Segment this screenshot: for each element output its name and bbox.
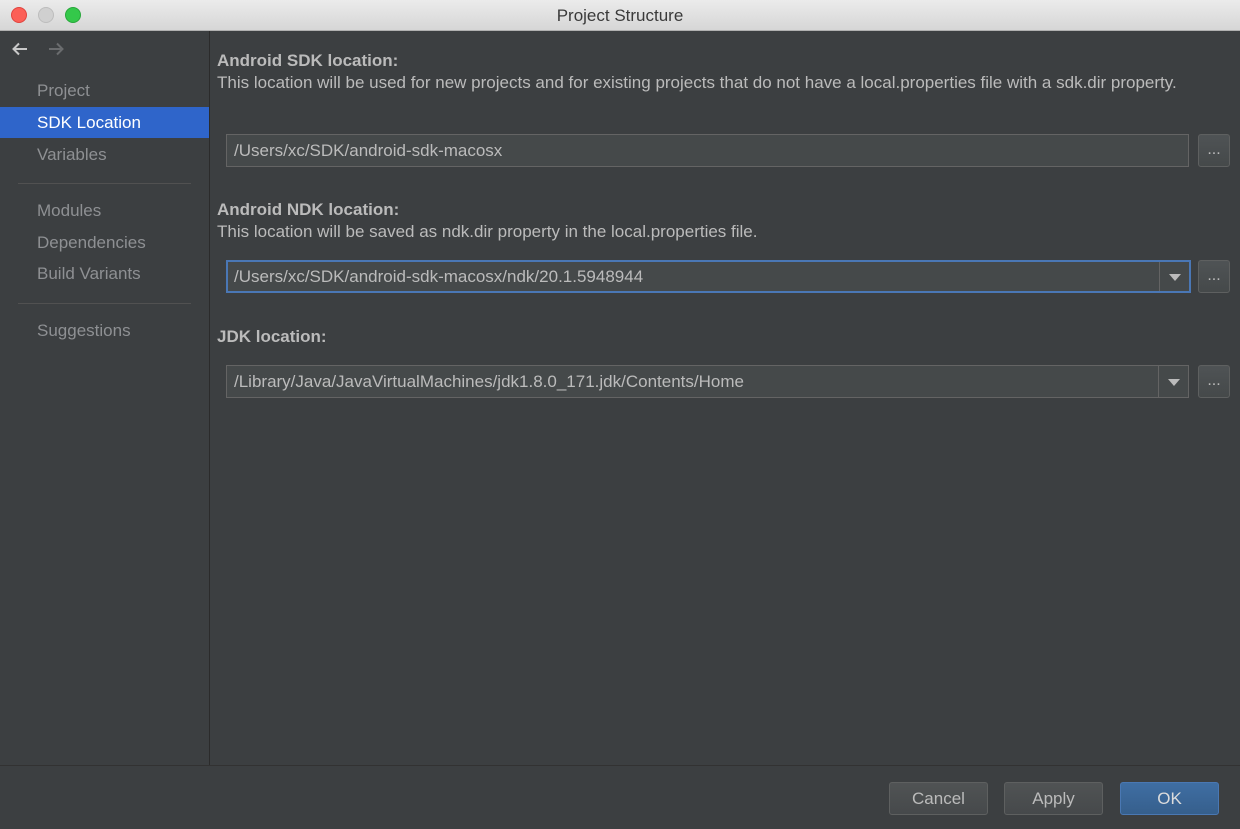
sidebar-item-suggestions[interactable]: Suggestions [0,315,209,346]
title-bar: Project Structure [0,0,1240,31]
jdk-dropdown-button[interactable] [1158,366,1188,397]
sdk-location-field[interactable]: /Users/xc/SDK/android-sdk-macosx [226,134,1189,167]
ndk-location-value: /Users/xc/SDK/android-sdk-macosx/ndk/20.… [234,267,644,286]
jdk-location-heading: JDK location: [217,327,327,346]
sidebar-divider [18,183,191,184]
jdk-location-value: /Library/Java/JavaVirtualMachines/jdk1.8… [234,372,744,391]
sidebar-item-project[interactable]: Project [0,75,209,106]
sidebar: Project SDK Location Variables Modules D… [0,31,210,765]
chevron-down-icon [1169,273,1181,281]
sdk-location-heading: Android SDK location: [217,51,399,70]
sdk-location-panel: Android SDK location: This location will… [211,31,1240,765]
sidebar-item-build-variants[interactable]: Build Variants [0,258,209,289]
forward-arrow-icon[interactable] [46,39,66,59]
sidebar-item-dependencies[interactable]: Dependencies [0,227,209,258]
sidebar-divider [18,303,191,304]
ndk-browse-button[interactable]: ... [1198,260,1230,293]
dialog-footer: Cancel Apply OK [0,765,1240,829]
chevron-down-icon [1168,378,1180,386]
ndk-dropdown-button[interactable] [1159,262,1189,291]
sidebar-item-modules[interactable]: Modules [0,195,209,226]
back-arrow-icon[interactable] [10,39,30,59]
sidebar-item-variables[interactable]: Variables [0,139,209,170]
cancel-button[interactable]: Cancel [889,782,988,815]
sdk-location-description: This location will be used for new proje… [217,73,1177,92]
sidebar-item-sdk-location[interactable]: SDK Location [0,107,209,138]
apply-button[interactable]: Apply [1004,782,1103,815]
sdk-browse-button[interactable]: ... [1198,134,1230,167]
jdk-browse-button[interactable]: ... [1198,365,1230,398]
project-structure-window: Project Structure Project SDK Location V… [0,0,1240,829]
ndk-location-combobox[interactable]: /Users/xc/SDK/android-sdk-macosx/ndk/20.… [226,260,1191,293]
window-title: Project Structure [556,6,684,25]
ndk-location-description: This location will be saved as ndk.dir p… [217,222,758,241]
jdk-location-combobox[interactable]: /Library/Java/JavaVirtualMachines/jdk1.8… [226,365,1189,398]
ok-button[interactable]: OK [1120,782,1219,815]
ndk-location-heading: Android NDK location: [217,200,400,219]
